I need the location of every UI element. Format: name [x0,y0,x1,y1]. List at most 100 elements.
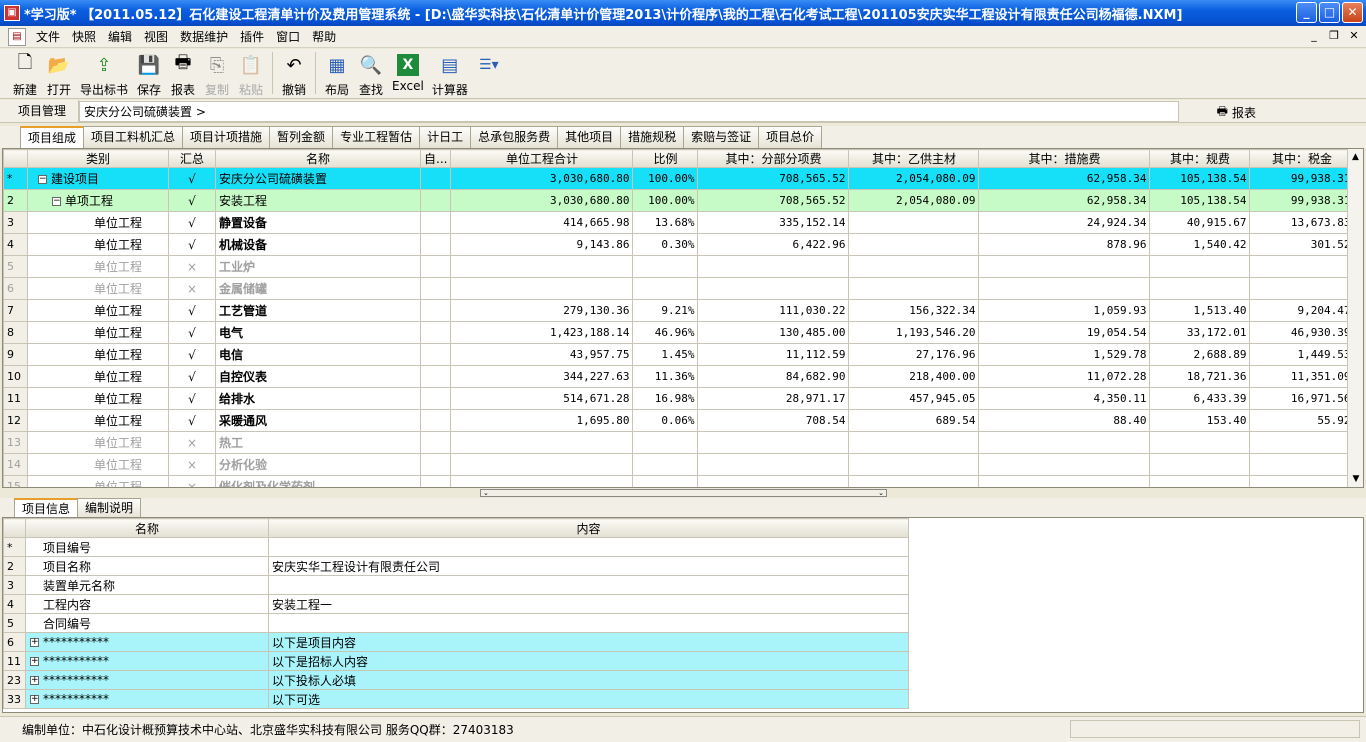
tab-daywork[interactable]: 计日工 [419,126,472,148]
table-row[interactable]: 14 单位工程 × 分析化验 [3,453,1355,476]
cell-sum[interactable]: √ [168,167,216,190]
cell-name[interactable]: 金属储罐 [215,277,421,300]
list-item[interactable]: 4 工程内容 安装工程一 [3,594,909,614]
maximize-button[interactable]: □ [1319,2,1340,23]
cell-name[interactable]: 工艺管道 [215,299,421,322]
menu-help[interactable]: 帮助 [306,28,342,45]
cell-name[interactable]: 机械设备 [215,233,421,256]
col-header-ratio[interactable]: 比例 [632,149,699,168]
tab-provisional-sum[interactable]: 暂列金额 [269,126,334,148]
vertical-scrollbar[interactable]: ▲ ▼ [1347,149,1363,487]
tab-project-composition[interactable]: 项目组成 [20,126,85,148]
table-row[interactable]: 8 单位工程 √ 电气 1,423,188.14 46.96% 130,485.00 1,19… [3,321,1355,344]
col-header-type[interactable]: 类别 [27,149,169,168]
expand-icon[interactable]: + [30,695,39,704]
cell-self[interactable] [419,277,452,300]
col-header-field-content[interactable]: 内容 [268,518,909,538]
cell-name[interactable]: 热工 [215,431,421,454]
tab-measures-tax[interactable]: 措施规税 [620,126,685,148]
cell-sum[interactable]: √ [168,233,216,256]
cell-field-content[interactable]: 安装工程一 [268,594,909,614]
cell-name[interactable]: 给排水 [215,387,421,410]
col-header-subitem-fee[interactable]: 其中：分部分项费 [697,149,850,168]
cell-sum[interactable]: × [168,453,216,476]
collapse-icon[interactable]: − [52,197,61,206]
list-item[interactable]: 6 + *********** 以下是项目内容 [3,632,909,652]
panel-splitter[interactable]: ⌄ ⌄ [480,489,887,497]
menu-edit[interactable]: 编辑 [102,28,138,45]
table-row[interactable]: 2− 单项工程 √ 安装工程 3,030,680.80 100.00% 708,565.52… [3,189,1355,212]
document-icon[interactable]: ▤ [8,27,26,46]
paste-button[interactable]: 📋 粘贴 [238,49,264,98]
tab-measures[interactable]: 项目计项措施 [182,126,271,148]
cell-self[interactable] [419,365,452,388]
col-header-measure-fee[interactable]: 其中：措施费 [978,149,1151,168]
cell-self[interactable] [419,409,452,432]
tree-options-button[interactable]: ☰▾ [476,49,502,78]
scroll-up-icon[interactable]: ▲ [1348,149,1363,165]
cell-sum[interactable]: √ [168,387,216,410]
cell-field-content[interactable]: 以下是项目内容 [268,632,909,652]
cell-field-content[interactable]: 以下投标人必填 [268,670,909,690]
table-row[interactable]: 6 单位工程 × 金属储罐 [3,277,1355,300]
cell-field-content[interactable] [268,537,909,557]
cell-self[interactable] [419,167,452,190]
tab-material-summary[interactable]: 项目工料机汇总 [83,126,184,148]
cell-sum[interactable]: √ [168,189,216,212]
menu-view[interactable]: 视图 [138,28,174,45]
col-header-field-name[interactable]: 名称 [25,518,269,538]
report-button[interactable]: 🖶 报表 [170,49,196,98]
mdi-minimize-button[interactable]: _ [1306,29,1322,43]
menu-snapshot[interactable]: 快照 [66,28,102,45]
cell-name[interactable]: 分析化验 [215,453,421,476]
tab-other-items[interactable]: 其他项目 [557,126,622,148]
cell-sum[interactable]: × [168,255,216,278]
cell-self[interactable] [419,255,452,278]
list-item[interactable]: 5 合同编号 [3,613,909,633]
list-item[interactable]: 23 + *********** 以下投标人必填 [3,670,909,690]
tab-contractor-fee[interactable]: 总承包服务费 [470,126,559,148]
close-button[interactable]: ✕ [1342,2,1363,23]
cell-field-content[interactable] [268,613,909,633]
cell-self[interactable] [419,189,452,212]
cell-sum[interactable]: √ [168,321,216,344]
menu-file[interactable]: 文件 [30,28,66,45]
cell-field-content[interactable]: 以下是招标人内容 [268,651,909,671]
find-button[interactable]: 🔍 查找 [358,49,384,98]
tab-compile-notes[interactable]: 编制说明 [77,498,142,518]
cell-sum[interactable]: × [168,431,216,454]
list-item[interactable]: 3 装置单元名称 [3,575,909,595]
cell-self[interactable] [419,475,452,487]
cell-self[interactable] [419,387,452,410]
col-header-regulatory-fee[interactable]: 其中：规费 [1149,149,1251,168]
cell-name[interactable]: 采暖通风 [215,409,421,432]
cell-sum[interactable]: √ [168,365,216,388]
menu-plugins[interactable]: 插件 [234,28,270,45]
open-button[interactable]: 📂 打开 [46,49,72,98]
scroll-down-icon[interactable]: ▼ [1348,471,1363,487]
table-row[interactable]: 10 单位工程 √ 自控仪表 344,227.63 11.36% 84,682.90 218,… [3,365,1355,388]
cell-self[interactable] [419,431,452,454]
list-item[interactable]: * 项目编号 [3,537,909,557]
cell-name[interactable]: 安装工程 [215,189,421,212]
breadcrumb-label[interactable]: 项目管理 [0,99,80,123]
cell-self[interactable] [419,343,452,366]
collapse-icon[interactable]: − [38,175,47,184]
cell-sum[interactable]: √ [168,343,216,366]
expand-icon[interactable]: + [30,676,39,685]
cell-sum[interactable]: × [168,475,216,487]
cell-sum[interactable]: √ [168,211,216,234]
cell-field-content[interactable]: 安庆实华工程设计有限责任公司 [268,556,909,576]
col-header-material[interactable]: 其中：乙供主材 [848,149,980,168]
copy-button[interactable]: ⎘ 复制 [204,49,230,98]
tab-project-info[interactable]: 项目信息 [14,498,79,518]
cell-name[interactable]: 自控仪表 [215,365,421,388]
cell-name[interactable]: 催化剂及化学药剂 [215,475,421,487]
cell-self[interactable] [419,211,452,234]
cell-name[interactable]: 工业炉 [215,255,421,278]
table-row[interactable]: 11 单位工程 √ 给排水 514,671.28 16.98% 28,971.17 457,9… [3,387,1355,410]
minimize-button[interactable]: _ [1296,2,1317,23]
cell-field-content[interactable]: 以下可选 [268,689,909,709]
cell-name[interactable]: 电信 [215,343,421,366]
col-header-sum[interactable]: 汇总 [168,149,216,168]
